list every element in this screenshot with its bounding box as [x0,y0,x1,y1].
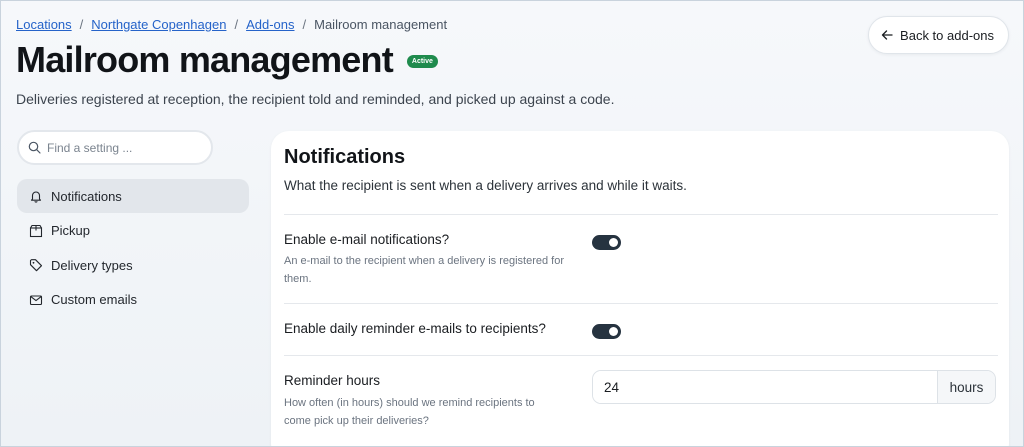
back-button-label: Back to add-ons [900,27,994,43]
divider [284,214,998,215]
panel-title: Notifications [284,146,406,168]
breadcrumb-add-ons[interactable]: Add-ons [246,17,294,32]
sidebar-item-label: Notifications [51,188,122,204]
reminder-hours-input[interactable] [593,371,937,403]
reminder-hours-field[interactable]: hours [592,370,996,404]
notifications-panel: Notifications What the recipient is sent… [271,131,1009,446]
tag-icon [29,259,43,272]
sidebar-item-label: Pickup [51,223,91,238]
box-icon [29,224,43,237]
breadcrumb-northgate-copenhagen[interactable]: Northgate Copenhagen [91,17,226,32]
sidebar-item-delivery-types[interactable]: Delivery types [17,248,249,282]
breadcrumb-current: Mailroom management [314,17,448,32]
back-to-add-ons-button[interactable]: Back to add-ons [868,16,1009,54]
setting-label-reminder-hours: Reminder hours [284,373,381,388]
status-badge: Active [406,54,438,68]
breadcrumb-separator: / [234,17,239,32]
mail-icon [29,294,43,305]
title-row: Mailroom management Active [16,39,438,81]
divider [284,355,998,356]
app-frame: Locations / Northgate Copenhagen / Add-o… [0,0,1024,447]
search-input[interactable] [47,140,197,155]
page-title: Mailroom management [16,39,394,80]
sidebar-item-custom-emails[interactable]: Custom emails [17,283,249,317]
breadcrumb-separator: / [302,17,307,32]
breadcrumb-locations[interactable]: Locations [16,17,72,32]
page-subtitle: Deliveries registered at reception, the … [16,91,615,107]
panel-description: What the recipient is sent when a delive… [284,178,687,193]
arrow-left-icon [881,30,893,40]
setting-help-reminder-hours: How often (in hours) should we remind re… [284,397,535,427]
daily-reminder-toggle[interactable] [592,324,621,339]
breadcrumb-separator: / [79,17,84,32]
search-icon [28,141,41,154]
setting-label-email-notifications: Enable e-mail notifications? [284,232,450,247]
sidebar-item-pickup[interactable]: Pickup [17,214,249,248]
toggle-knob [609,327,618,336]
divider [284,303,998,304]
sidebar-item-notifications[interactable]: Notifications [17,179,249,213]
sidebar-item-label: Delivery types [51,257,133,273]
bell-icon [30,191,42,203]
breadcrumb: Locations / Northgate Copenhagen / Add-o… [16,17,447,32]
settings-search[interactable] [17,130,213,165]
hours-suffix: hours [937,371,995,403]
email-notifications-toggle[interactable] [592,235,621,250]
setting-help-email-notifications: An e-mail to the recipient when a delive… [284,255,565,285]
sidebar-item-label: Custom emails [51,292,137,307]
sidebar-nav: Notifications Pickup Delivery types Cust… [17,179,249,317]
setting-label-daily-reminder: Enable daily reminder e-mails to recipie… [284,321,546,336]
toggle-knob [609,238,618,247]
